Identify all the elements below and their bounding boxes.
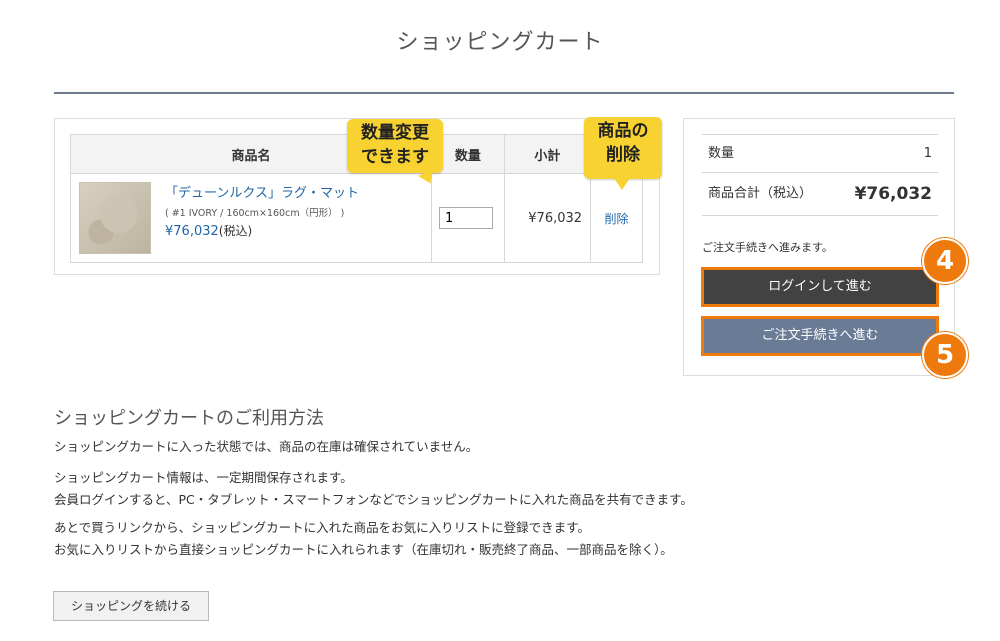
callout-line: 商品の: [597, 121, 649, 141]
callout-delete: 商品の 削除: [584, 117, 662, 179]
summary-total-label: 商品合計（税込）: [708, 186, 813, 201]
table-row: 「デューンルクス」ラグ・マット ( #1 IVORY / 160cm×160cm…: [70, 173, 643, 263]
callout-quantity-change: 数量変更 できます: [347, 119, 443, 173]
page-title: ショッピングカート: [396, 30, 604, 55]
quantity-cell: [431, 173, 505, 263]
summary-qty-row: 数量 1: [702, 134, 938, 173]
header-subtotal: 小計: [503, 134, 592, 174]
item-info: 「デューンルクス」ラグ・マット ( #1 IVORY / 160cm×160cm…: [165, 182, 359, 239]
summary-panel: 数量 1 商品合計（税込） ¥76,032 ご注文手続きへ進みます。 ログインし…: [683, 118, 955, 376]
subtotal-value: ¥76,032: [503, 173, 592, 263]
usage-paragraph: ショッピングカート情報は、一定期間保存されます。 会員ログインすると、PC・タブ…: [54, 467, 693, 511]
callout-arrow: [614, 178, 630, 190]
callout-line: 数量変更: [361, 123, 429, 143]
product-option: ( #1 IVORY / 160cm×160cm（円形） ): [165, 208, 345, 219]
product-thumbnail[interactable]: [79, 182, 151, 254]
summary-qty-value: 1: [923, 146, 932, 161]
usage-line: あとで買うリンクから、ショッピングカートに入れた商品をお気に入りリストに登録でき…: [54, 520, 590, 535]
callout-line: できます: [361, 147, 429, 167]
checkout-button[interactable]: ご注文手続きへ進む: [701, 316, 939, 356]
usage-line: ショッピングカート情報は、一定期間保存されます。: [54, 470, 353, 485]
usage-paragraph: あとで買うリンクから、ショッピングカートに入れた商品をお気に入りリストに登録でき…: [54, 517, 673, 561]
price-value: ¥76,032: [165, 224, 219, 239]
item-cell: 「デューンルクス」ラグ・マット ( #1 IVORY / 160cm×160cm…: [70, 173, 432, 263]
quantity-input[interactable]: [439, 207, 493, 229]
product-price: ¥76,032(税込): [165, 222, 359, 239]
login-proceed-button[interactable]: ログインして進む: [701, 267, 939, 307]
summary-qty-label: 数量: [708, 146, 735, 161]
callout-line: 削除: [606, 145, 640, 165]
step-badge-4: 4: [922, 238, 968, 284]
title-divider: [54, 92, 954, 94]
continue-shopping-button[interactable]: ショッピングを続ける: [53, 591, 209, 621]
tax-note: (税込): [218, 224, 253, 238]
summary-total-value: ¥76,032: [854, 184, 932, 204]
usage-line: お気に入りリストから直接ショッピングカートに入れられます（在庫切れ・販売終了商品…: [54, 542, 673, 557]
usage-line: 会員ログインすると、PC・タブレット・スマートフォンなどでショッピングカートに入…: [54, 492, 693, 507]
product-name-link[interactable]: 「デューンルクス」ラグ・マット: [165, 182, 359, 201]
usage-title: ショッピングカートのご利用方法: [54, 408, 324, 429]
summary-total-row: 商品合計（税込） ¥76,032: [702, 172, 938, 216]
usage-line: ショッピングカートに入った状態では、商品の在庫は確保されていません。: [54, 439, 479, 454]
step-badge-5: 5: [922, 332, 968, 378]
usage-paragraph: ショッピングカートに入った状態では、商品の在庫は確保されていません。: [54, 436, 478, 458]
checkout-note: ご注文手続きへ進みます。: [702, 241, 833, 254]
